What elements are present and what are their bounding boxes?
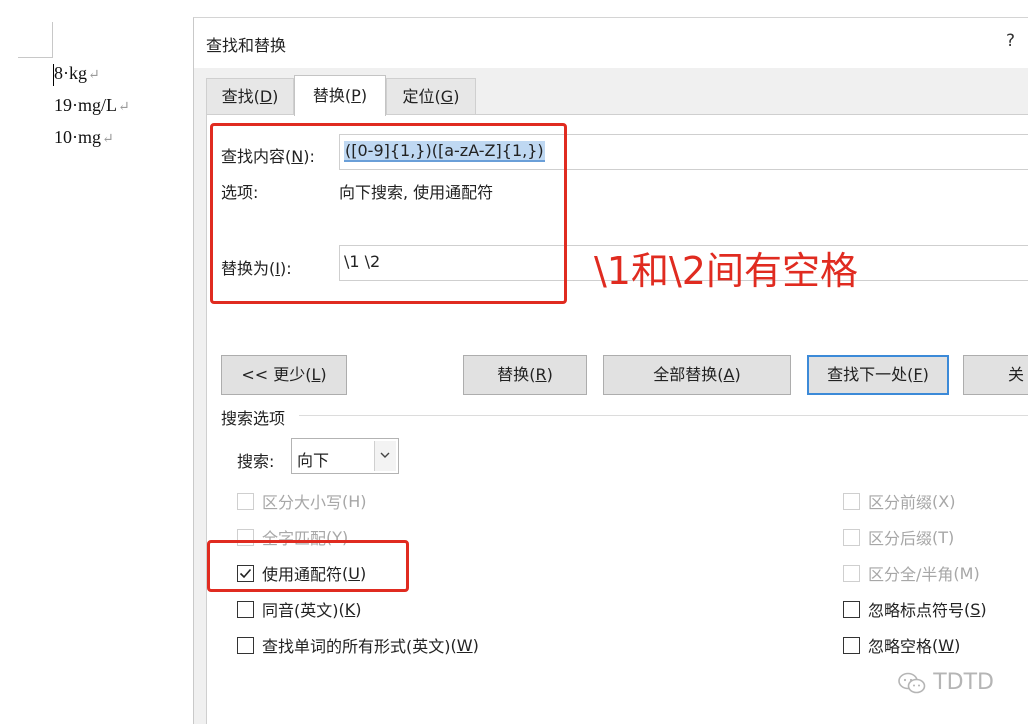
checkbox-box <box>843 636 860 654</box>
watermark-text: TDTD <box>933 670 994 695</box>
search-direction-value: 向下 <box>297 451 330 470</box>
annotation-text: \1和\2间有空格 <box>594 249 858 293</box>
dialog-titlebar[interactable]: 查找和替换 ? <box>194 18 1028 68</box>
checkbox-box <box>843 528 860 546</box>
wechat-icon <box>898 672 926 693</box>
checkbox-box <box>237 600 254 618</box>
paragraph-mark: ↵ <box>88 68 100 83</box>
find-input[interactable]: ([0-9]{1,})([a-zA-Z]{1,}) <box>339 134 1028 170</box>
checkbox-box <box>843 564 860 582</box>
find-replace-dialog: 查找和替换 ? 查找(D) 替换(P) 定位(G) 查找内容(N): ([0-9… <box>193 17 1028 724</box>
all-word-forms-checkbox[interactable]: 查找单词的所有形式(英文)(W) <box>237 633 479 657</box>
checkbox-box <box>237 636 254 654</box>
checkbox-box <box>843 600 860 618</box>
document-area[interactable]: 8·kg↵ 19·mg/L↵ 10·mg↵ <box>0 0 193 723</box>
sounds-like-checkbox[interactable]: 同音(英文)(K) <box>237 597 362 621</box>
checkbox-box <box>843 492 860 510</box>
find-label: 查找内容(N): <box>221 147 315 166</box>
replace-all-button[interactable]: 全部替换(A) <box>603 355 791 395</box>
group-divider <box>299 415 1028 416</box>
checkmark-icon <box>239 568 252 578</box>
use-wildcards-checkbox[interactable]: 使用通配符(U) <box>237 561 366 585</box>
match-prefix-checkbox[interactable]: 区分前缀(X) <box>843 489 955 513</box>
margin-corner-mark <box>52 22 53 58</box>
replace-value: \1 \2 <box>344 252 381 271</box>
doc-line[interactable]: 8·kg↵ <box>54 63 100 84</box>
replace-panel: 查找内容(N): ([0-9]{1,})([a-zA-Z]{1,}) 选项: 向… <box>206 114 1028 724</box>
search-direction-select[interactable]: 向下 <box>291 438 399 474</box>
options-label: 选项: <box>221 183 259 202</box>
tab-find[interactable]: 查找(D) <box>206 78 294 115</box>
find-value-selected: ([0-9]{1,})([a-zA-Z]{1,}) <box>344 141 545 162</box>
paragraph-mark: ↵ <box>118 100 130 115</box>
chevron-down-icon[interactable] <box>374 441 396 471</box>
match-width-checkbox[interactable]: 区分全/半角(M) <box>843 561 980 585</box>
checkbox-box <box>237 492 254 510</box>
replace-label: 替换为(I): <box>221 259 292 278</box>
tab-strip: 查找(D) 替换(P) 定位(G) <box>206 75 1028 116</box>
options-value: 向下搜索, 使用通配符 <box>339 183 494 202</box>
less-button[interactable]: << 更少(L) <box>221 355 347 395</box>
watermark: TDTD <box>897 670 994 695</box>
doc-line[interactable]: 10·mg↵ <box>54 127 114 148</box>
ignore-whitespace-checkbox[interactable]: 忽略空格(W) <box>843 633 960 657</box>
checkbox-box <box>237 528 254 546</box>
replace-button[interactable]: 替换(R) <box>463 355 587 395</box>
find-next-button[interactable]: 查找下一处(F) <box>807 355 949 395</box>
search-options-title: 搜索选项 <box>221 409 286 428</box>
match-suffix-checkbox[interactable]: 区分后缀(T) <box>843 525 954 549</box>
tab-goto[interactable]: 定位(G) <box>386 78 476 115</box>
dialog-title: 查找和替换 <box>206 36 287 55</box>
close-button[interactable]: 关 <box>963 355 1028 395</box>
match-case-checkbox[interactable]: 区分大小写(H) <box>237 489 367 513</box>
search-direction-label: 搜索: <box>237 452 275 471</box>
paragraph-mark: ↵ <box>102 132 114 147</box>
margin-corner-mark <box>18 57 52 58</box>
help-button[interactable]: ? <box>1006 31 1015 51</box>
ignore-punctuation-checkbox[interactable]: 忽略标点符号(S) <box>843 597 987 621</box>
doc-line[interactable]: 19·mg/L↵ <box>54 95 130 116</box>
checkbox-box <box>237 564 254 582</box>
tab-replace[interactable]: 替换(P) <box>294 75 386 116</box>
whole-word-checkbox[interactable]: 全字匹配(Y) <box>237 525 348 549</box>
